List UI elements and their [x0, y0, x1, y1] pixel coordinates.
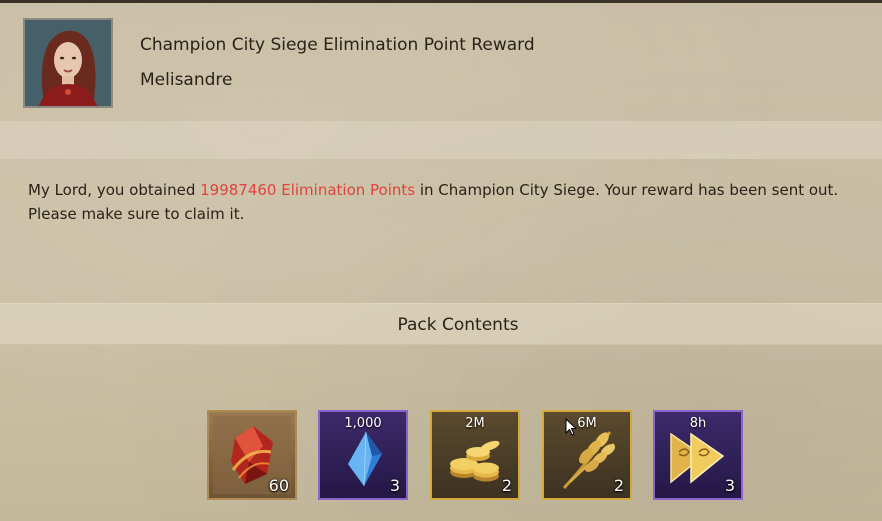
- message-text: My Lord, you obtained: [28, 181, 201, 199]
- item-count: 60: [268, 476, 289, 495]
- sender-avatar: [23, 18, 113, 108]
- item-count: 3: [724, 476, 735, 495]
- pack-contents-header: Pack Contents: [0, 303, 882, 345]
- item-count: 3: [389, 476, 400, 495]
- red-gem-item[interactable]: 60: [207, 410, 297, 500]
- gold-coins-item[interactable]: 2M 2: [430, 410, 520, 500]
- item-top-label: 8h: [689, 416, 707, 431]
- wheat-item[interactable]: 6M 2: [542, 410, 632, 500]
- pack-contents-title: Pack Contents: [397, 315, 519, 335]
- elimination-points-highlight: 19987460 Elimination Points: [200, 181, 416, 199]
- item-top-label: 1,000: [344, 416, 382, 431]
- mail-message: My Lord, you obtained 19987460 Eliminati…: [28, 178, 858, 226]
- item-top-label: 2M: [465, 416, 485, 431]
- speedup-item[interactable]: 8h 3: [653, 410, 743, 500]
- mail-header: Champion City Siege Elimination Point Re…: [0, 3, 882, 121]
- item-top-label: 6M: [577, 416, 597, 431]
- mail-sender: Melisandre: [140, 70, 233, 90]
- item-count: 2: [501, 476, 512, 495]
- divider-band: [0, 121, 882, 159]
- item-count: 2: [613, 476, 624, 495]
- mouse-cursor-icon: [565, 418, 578, 436]
- blue-crystal-item[interactable]: 1,000 3: [318, 410, 408, 500]
- mail-title: Champion City Siege Elimination Point Re…: [140, 35, 535, 55]
